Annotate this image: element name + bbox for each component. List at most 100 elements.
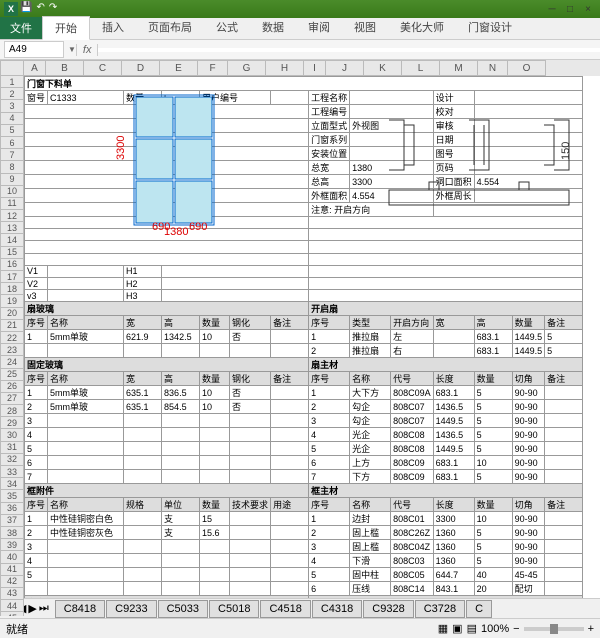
data-cell[interactable] xyxy=(124,568,162,582)
data-cell[interactable] xyxy=(162,470,200,484)
data-cell[interactable]: 808C07 xyxy=(391,400,434,414)
cell[interactable] xyxy=(25,147,309,161)
data-cell[interactable]: 683.1 xyxy=(433,456,474,470)
data-cell[interactable] xyxy=(230,568,271,582)
data-cell[interactable]: 3 xyxy=(25,540,48,554)
data-cell[interactable]: 1360 xyxy=(433,540,474,554)
data-cell[interactable]: 4 xyxy=(309,428,350,442)
column-header[interactable]: M xyxy=(440,60,478,76)
row-header[interactable]: 39 xyxy=(0,539,24,551)
row-header[interactable]: 6 xyxy=(0,137,24,149)
data-cell[interactable] xyxy=(230,428,271,442)
data-cell[interactable] xyxy=(200,554,230,568)
data-cell[interactable] xyxy=(124,582,162,596)
column-title[interactable]: 用途 xyxy=(271,498,309,512)
data-cell[interactable]: 621.9 xyxy=(124,330,162,344)
label[interactable]: 注意: 开启方向 xyxy=(309,203,434,217)
data-cell[interactable] xyxy=(48,414,124,428)
data-cell[interactable]: 854.5 xyxy=(162,400,200,414)
data-cell[interactable]: 4 xyxy=(25,554,48,568)
data-cell[interactable]: 固中柱 xyxy=(350,568,391,582)
data-cell[interactable] xyxy=(200,428,230,442)
data-cell[interactable] xyxy=(545,526,583,540)
data-cell[interactable] xyxy=(271,414,309,428)
data-cell[interactable] xyxy=(48,442,124,456)
data-cell[interactable]: 支 xyxy=(162,512,200,526)
data-cell[interactable] xyxy=(162,540,200,554)
sheet-tab[interactable]: C4318 xyxy=(312,600,362,618)
data-cell[interactable] xyxy=(124,442,162,456)
data-cell[interactable]: 1436.5 xyxy=(433,428,474,442)
label[interactable]: 工程名称 xyxy=(309,91,350,105)
data-cell[interactable] xyxy=(200,582,230,596)
data-cell[interactable]: 808C03 xyxy=(391,554,434,568)
cell[interactable] xyxy=(25,161,309,175)
row-header[interactable]: 20 xyxy=(0,308,24,320)
label[interactable]: 页码 xyxy=(433,161,474,175)
data-cell[interactable] xyxy=(433,344,474,358)
data-cell[interactable] xyxy=(124,540,162,554)
label[interactable]: 门窗系列 xyxy=(309,133,350,147)
data-cell[interactable] xyxy=(48,554,124,568)
sheet-tab[interactable]: C9233 xyxy=(106,600,156,618)
row-header[interactable]: 18 xyxy=(0,283,24,295)
data-cell[interactable]: 中性硅铜密灰色 xyxy=(48,526,124,540)
data-cell[interactable]: 2 xyxy=(309,526,350,540)
data-cell[interactable] xyxy=(124,512,162,526)
cell[interactable] xyxy=(48,277,124,289)
data-cell[interactable]: 勾企 xyxy=(350,400,391,414)
label[interactable]: 洞口面积 xyxy=(433,175,474,189)
undo-icon[interactable]: ↶ xyxy=(36,2,44,13)
label[interactable]: 立面型式 xyxy=(309,119,350,133)
data-cell[interactable]: 1 xyxy=(309,330,350,344)
data-cell[interactable] xyxy=(271,470,309,484)
data-cell[interactable]: 5 xyxy=(474,386,512,400)
label[interactable]: 外框面积 xyxy=(309,189,350,203)
ribbon-tab-6[interactable]: 视图 xyxy=(342,16,388,39)
row-header[interactable]: 31 xyxy=(0,442,24,454)
data-cell[interactable] xyxy=(162,428,200,442)
cell[interactable] xyxy=(350,147,434,161)
row-header[interactable]: 32 xyxy=(0,454,24,466)
column-title[interactable]: 宽 xyxy=(124,316,162,330)
row-header[interactable]: 22 xyxy=(0,332,24,344)
data-cell[interactable]: 2 xyxy=(25,526,48,540)
data-cell[interactable]: 左 xyxy=(391,330,434,344)
data-cell[interactable]: 否 xyxy=(230,400,271,414)
data-cell[interactable]: 固上槛 xyxy=(350,526,391,540)
cell[interactable] xyxy=(48,265,124,277)
data-cell[interactable] xyxy=(545,582,583,596)
column-title[interactable]: 名称 xyxy=(48,498,124,512)
data-cell[interactable]: 5 xyxy=(25,442,48,456)
cell[interactable]: H2 xyxy=(124,277,162,289)
column-title[interactable]: 规格 xyxy=(124,498,162,512)
row-header[interactable]: 4 xyxy=(0,113,24,125)
data-cell[interactable]: 1449.5 xyxy=(512,330,545,344)
data-cell[interactable]: 10 xyxy=(200,386,230,400)
data-cell[interactable] xyxy=(230,512,271,526)
column-title[interactable]: 数量 xyxy=(200,372,230,386)
data-cell[interactable] xyxy=(200,414,230,428)
data-cell[interactable]: 2 xyxy=(309,344,350,358)
data-cell[interactable]: 5 xyxy=(474,540,512,554)
data-cell[interactable]: 7 xyxy=(25,470,48,484)
cell[interactable] xyxy=(48,290,124,302)
column-title[interactable]: 名称 xyxy=(350,372,391,386)
cell[interactable] xyxy=(350,91,434,105)
column-header[interactable]: F xyxy=(198,60,228,76)
data-cell[interactable] xyxy=(48,428,124,442)
data-cell[interactable] xyxy=(230,582,271,596)
label[interactable]: 日期 xyxy=(433,133,474,147)
row-header[interactable]: 44 xyxy=(0,600,24,612)
sheet-tab[interactable]: C8418 xyxy=(55,600,105,618)
column-title[interactable]: 钢化 xyxy=(230,372,271,386)
data-cell[interactable]: 推拉扇 xyxy=(350,330,391,344)
cell[interactable] xyxy=(25,133,309,147)
ribbon-tab-1[interactable]: 插入 xyxy=(90,16,136,39)
data-cell[interactable]: 1 xyxy=(25,386,48,400)
data-cell[interactable] xyxy=(271,582,309,596)
row-header[interactable]: 40 xyxy=(0,551,24,563)
data-cell[interactable]: 推拉扇 xyxy=(350,344,391,358)
cell[interactable]: V2 xyxy=(25,277,48,289)
data-cell[interactable] xyxy=(124,456,162,470)
